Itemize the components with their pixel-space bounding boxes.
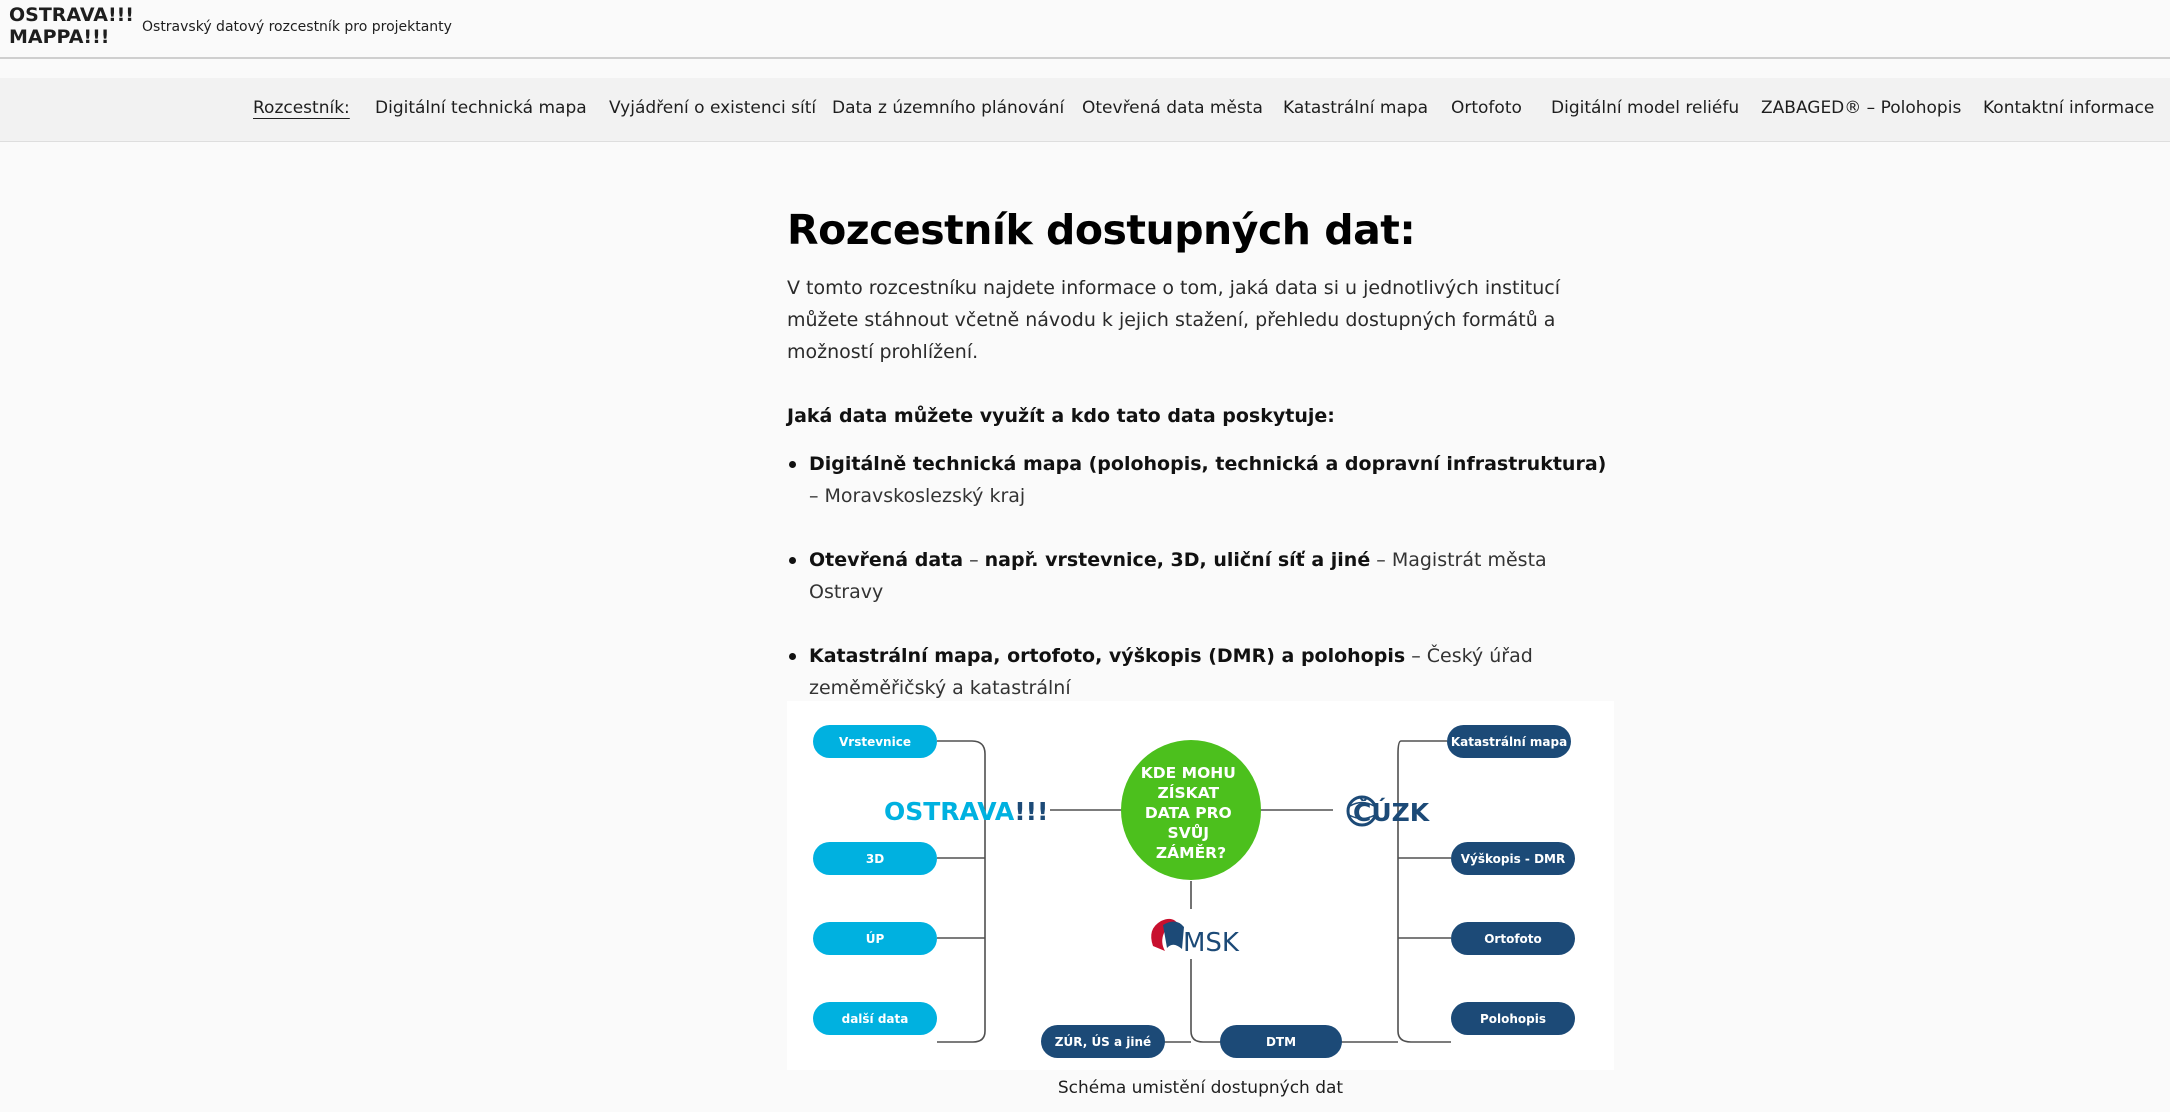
center-line: SVŮJ (1168, 823, 1210, 842)
source-item-title: Digitálně technická mapa (polohopis, tec… (809, 453, 1607, 475)
diagram-item-3d: 3D (813, 842, 937, 875)
source-item-dtm: Digitálně technická mapa (polohopis, tec… (787, 448, 1607, 512)
pill-label: Ortofoto (1484, 932, 1542, 946)
right-connector (1397, 740, 1451, 1043)
nav-item-data-z-uzemniho-planovani[interactable]: Data z územního plánování (832, 98, 1064, 118)
pill-label: Polohopis (1480, 1012, 1546, 1026)
source-item-provider: – Moravskoslezský kraj (809, 485, 1026, 507)
diagram-item-polohopis: Polohopis (1451, 1002, 1575, 1035)
pill-label: další data (842, 1012, 909, 1026)
cuzk-logo-text: ČÚZK (1353, 797, 1431, 827)
data-schema-figure: Vrstevnice 3D ÚP další data OSTRAVA!!! K… (787, 701, 1614, 1070)
source-item-cuzk: Katastrální mapa, ortofoto, výškopis (DM… (787, 640, 1607, 704)
data-schema-diagram: Vrstevnice 3D ÚP další data OSTRAVA!!! K… (813, 725, 1575, 1058)
nav-item-digitalni-model-reliefu[interactable]: Digitální model reliéfu (1551, 98, 1739, 118)
diagram-item-vyskopis-dmr: Výškopis - DMR (1451, 842, 1575, 875)
diagram-center: KDE MOHU ZÍSKAT DATA PRO SVŮJ ZÁMĚR? (1121, 740, 1261, 880)
nav-item-vyjadreni-o-existenci-siti[interactable]: Vyjádření o existenci sítí (609, 98, 816, 118)
logo-line-2: MAPPA!!! (9, 26, 110, 48)
left-connector (937, 740, 986, 1043)
ostrava-logo-bangs: !!! (1014, 797, 1048, 826)
site-logo[interactable]: OSTRAVA!!! MAPPA!!! (9, 4, 134, 48)
site-header: OSTRAVA!!! MAPPA!!! Ostravský datový roz… (0, 0, 2170, 59)
source-item-separator: – (963, 549, 985, 571)
nav-item-rozcestnik[interactable]: Rozcestník: (253, 98, 350, 118)
pill-label: Vrstevnice (839, 735, 911, 749)
diagram-item-vrstevnice: Vrstevnice (813, 725, 937, 758)
center-line: ZÁMĚR? (1156, 843, 1226, 862)
diagram-item-dalsi-data: další data (813, 1002, 937, 1035)
diagram-item-zur-us: ZÚR, ÚS a jiné (1041, 1025, 1165, 1058)
pill-label: ZÚR, ÚS a jiné (1055, 1034, 1151, 1049)
msk-emblem-shape (1163, 921, 1184, 949)
msk-logo-text: MSK (1183, 928, 1240, 958)
main-nav: Rozcestník: Digitální technická mapa Vyj… (0, 78, 2170, 142)
nav-item-katastralni-mapa[interactable]: Katastrální mapa (1283, 98, 1428, 118)
center-line: KDE MOHU (1141, 764, 1236, 782)
diagram-item-dtm: DTM (1220, 1025, 1342, 1058)
nav-item-zabaged-polohopis[interactable]: ZABAGED® – Polohopis (1761, 98, 1961, 118)
diagram-item-katastralni-mapa: Katastrální mapa (1447, 725, 1571, 758)
center-line: ZÍSKAT (1158, 783, 1220, 802)
ostrava-logo: OSTRAVA!!! (884, 797, 1048, 826)
nav-item-ortofoto[interactable]: Ortofoto (1451, 98, 1522, 118)
page-title: Rozcestník dostupných dat: (787, 206, 1416, 254)
pill-label: ÚP (866, 931, 885, 946)
diagram-item-ortofoto: Ortofoto (1451, 922, 1575, 955)
figure-caption: Schéma umistění dostupných dat (1057, 1078, 1344, 1098)
nav-item-otevrena-data-mesta[interactable]: Otevřená data města (1082, 98, 1263, 118)
sources-list: Digitálně technická mapa (polohopis, tec… (787, 448, 1617, 704)
source-item-examples: např. vrstevnice, 3D, uliční síť a jiné (984, 549, 1371, 571)
main-content: Rozcestník dostupných dat: V tomto rozce… (787, 200, 1617, 736)
diagram-item-up: ÚP (813, 922, 937, 955)
sources-heading: Jaká data můžete využít a kdo tato data … (787, 405, 1335, 427)
center-line: DATA PRO (1145, 804, 1232, 822)
intro-paragraph: V tomto rozcestníku najdete informace o … (787, 277, 1560, 363)
bottom-connector (1190, 959, 1222, 1043)
pill-label: DTM (1266, 1035, 1296, 1049)
left-items: Vrstevnice 3D ÚP další data (813, 725, 937, 1035)
right-items: Katastrální mapa Výškopis - DMR Ortofoto… (1447, 725, 1575, 1035)
msk-logo: MSK (1151, 918, 1240, 958)
pill-label: Katastrální mapa (1451, 735, 1567, 749)
logo-line-1: OSTRAVA!!! (9, 4, 134, 26)
nav-item-digitalni-technicka-mapa[interactable]: Digitální technická mapa (375, 98, 587, 118)
cuzk-logo: ČÚZK (1346, 795, 1431, 827)
source-item-title: Katastrální mapa, ortofoto, výškopis (DM… (809, 645, 1406, 667)
site-tagline: Ostravský datový rozcestník pro projekta… (142, 19, 452, 35)
pill-label: Výškopis - DMR (1461, 852, 1565, 866)
nav-item-kontaktni-informace[interactable]: Kontaktní informace (1983, 98, 2154, 118)
source-item-title: Otevřená data (809, 549, 964, 571)
pill-label: 3D (866, 852, 884, 866)
source-item-open-data: Otevřená data – např. vrstevnice, 3D, ul… (787, 544, 1607, 608)
ostrava-logo-text: OSTRAVA (884, 797, 1015, 826)
